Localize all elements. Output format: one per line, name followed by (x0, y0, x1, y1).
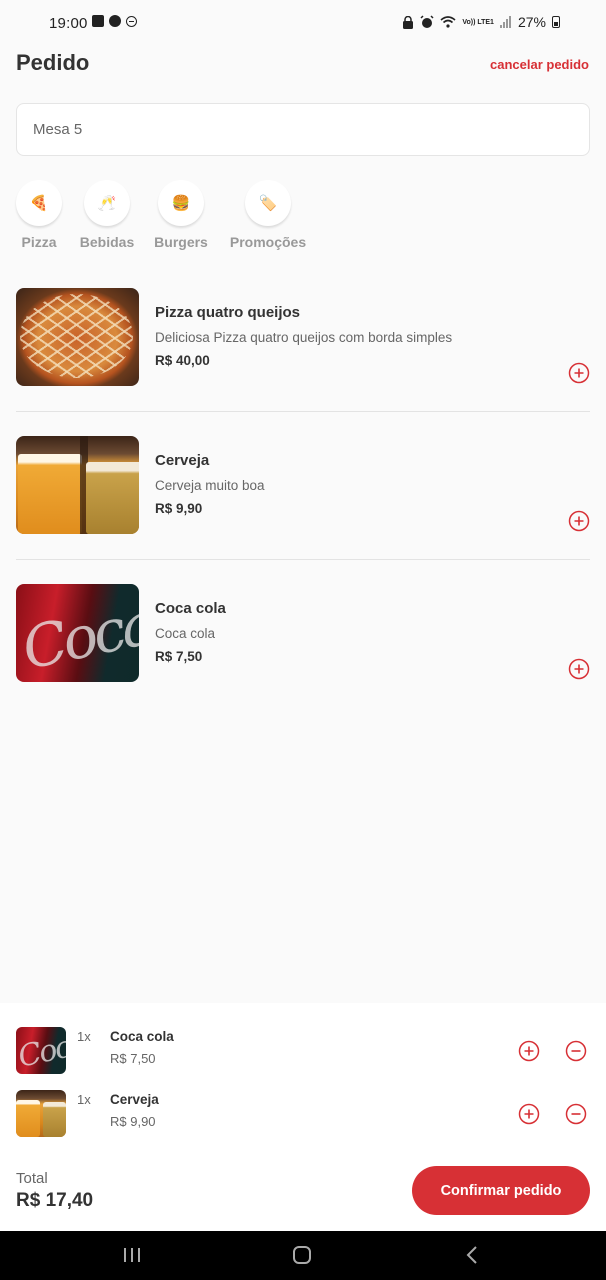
signal-icon (499, 16, 511, 28)
table-input[interactable] (16, 103, 590, 156)
pizza-icon: 🍕 (16, 180, 62, 226)
status-bar: 19:00 Vo)) LTE1 27% (0, 0, 606, 46)
product-price: R$ 7,50 (155, 649, 203, 664)
product-image-beer (16, 436, 139, 534)
confirm-order-button[interactable]: Confirmar pedido (412, 1166, 590, 1215)
total-value: R$ 17,40 (16, 1190, 94, 1211)
order-item-quantity: 1x (77, 1092, 91, 1107)
product-info: Cerveja Cerveja muito boa R$ 9,90 (155, 452, 550, 516)
product-name: Coca cola (155, 600, 226, 617)
tag-icon: 🏷️ (245, 180, 291, 226)
order-item: 1x Cerveja R$ 9,90 (16, 1090, 590, 1138)
category-promotions[interactable]: 🏷️ Promoções (228, 180, 308, 250)
product-name: Pizza quatro queijos (155, 304, 301, 321)
order-item-price: R$ 7,50 (110, 1051, 156, 1066)
network-label: Vo)) LTE1 (462, 18, 494, 26)
cancel-order-button[interactable]: cancelar pedido (490, 57, 589, 72)
order-item-name: Cerveja (110, 1092, 159, 1107)
product-name: Cerveja (155, 452, 210, 469)
back-icon[interactable] (432, 1231, 512, 1280)
product-item: Coca Coca cola Coca cola R$ 7,50 (16, 584, 590, 682)
category-burgers[interactable]: 🍔 Burgers (141, 180, 221, 250)
add-to-order-button[interactable] (568, 510, 590, 532)
category-label: Burgers (154, 234, 208, 250)
product-info: Coca cola Coca cola R$ 7,50 (155, 600, 550, 664)
product-description: Cerveja muito boa (155, 478, 265, 493)
order-item: Coca 1x Coca cola R$ 7,50 (16, 1027, 590, 1075)
product-description: Deliciosa Pizza quatro queijos com borda… (155, 330, 453, 345)
do-not-disturb-icon (126, 15, 137, 27)
order-item-quantity: 1x (77, 1029, 91, 1044)
product-description: Coca cola (155, 626, 216, 641)
page-title: Pedido (16, 50, 90, 75)
divider (16, 559, 590, 560)
increase-quantity-button[interactable] (518, 1040, 540, 1062)
product-image-coke: Coca (16, 584, 139, 682)
burger-icon: 🍔 (158, 180, 204, 226)
product-price: R$ 9,90 (155, 501, 203, 516)
order-item-price: R$ 9,90 (110, 1114, 156, 1129)
product-item: Cerveja Cerveja muito boa R$ 9,90 (16, 436, 590, 534)
add-to-order-button[interactable] (568, 362, 590, 384)
order-item-image (16, 1090, 66, 1137)
decrease-quantity-button[interactable] (565, 1040, 587, 1062)
add-to-order-button[interactable] (568, 658, 590, 680)
product-image-pizza (16, 288, 139, 386)
app-notification-icon (109, 15, 121, 27)
total-label: Total (16, 1170, 48, 1187)
status-left-icons (92, 15, 137, 27)
battery-icon (552, 16, 560, 28)
product-info: Pizza quatro queijos Deliciosa Pizza qua… (155, 304, 550, 368)
recent-apps-icon[interactable] (92, 1231, 172, 1280)
decrease-quantity-button[interactable] (565, 1103, 587, 1125)
category-drinks[interactable]: 🥂 Bebidas (67, 180, 147, 250)
order-item-name: Coca cola (110, 1029, 174, 1044)
product-item: Pizza quatro queijos Deliciosa Pizza qua… (16, 288, 590, 386)
lock-icon (403, 15, 414, 29)
category-label: Promoções (229, 234, 307, 250)
alarm-icon (420, 15, 434, 28)
category-label: Bebidas (79, 234, 135, 250)
order-item-image: Coca (16, 1027, 66, 1074)
gallery-notification-icon (92, 15, 104, 27)
menu-list: Pizza quatro queijos Deliciosa Pizza qua… (16, 288, 590, 682)
drinks-icon: 🥂 (84, 180, 130, 226)
divider (16, 411, 590, 412)
product-price: R$ 40,00 (155, 353, 210, 368)
system-nav-bar (0, 1231, 606, 1280)
wifi-icon (440, 16, 456, 28)
battery-percent: 27% (517, 14, 546, 30)
increase-quantity-button[interactable] (518, 1103, 540, 1125)
status-right: Vo)) LTE1 27% (402, 14, 560, 30)
order-summary-panel: Coca 1x Coca cola R$ 7,50 1x Cerveja R$ … (0, 1003, 606, 1231)
home-icon[interactable] (262, 1231, 342, 1280)
status-time: 19:00 (49, 15, 88, 32)
